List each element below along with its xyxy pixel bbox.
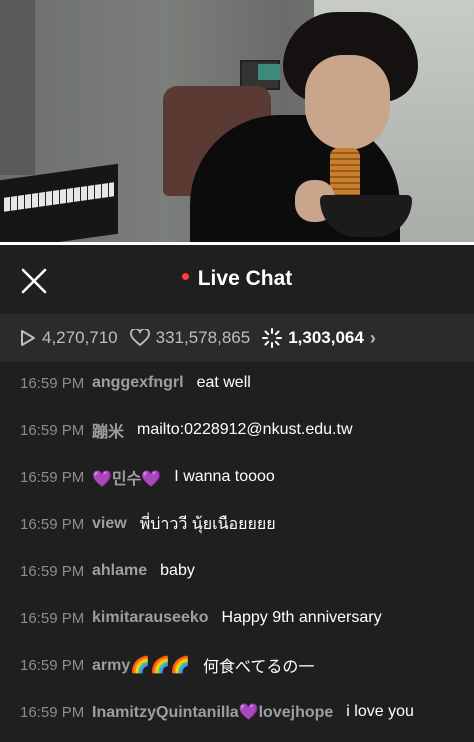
chat-message: 16:59 PM 💜민수💜 I wanna toooo (20, 457, 275, 497)
live-indicator-icon (181, 272, 189, 280)
play-icon (21, 330, 35, 346)
message-text: 何食べてるの一 (203, 659, 315, 676)
message-user[interactable]: 蹦米 (92, 418, 124, 442)
chat-message: 16:59 PM view พี่บ่าววี นุ้ยเนือยยยย (20, 504, 276, 544)
like-count: 331,578,865 (129, 328, 251, 348)
heart-outline-icon (129, 329, 150, 346)
message-time: 16:59 PM (20, 468, 85, 486)
message-text: i love you (346, 703, 414, 720)
message-text: พี่บ่าววี นุ้ยเนือยยยย (139, 515, 276, 533)
message-time: 16:59 PM (20, 562, 85, 580)
message-text: eat well (196, 374, 251, 391)
message-text: mailto:0228912@nkust.edu.tw (137, 421, 353, 438)
message-user[interactable]: army🌈🌈🌈 (92, 655, 190, 675)
chat-message: 16:59 PM kimitarauseeko Happy 9th annive… (20, 598, 382, 638)
message-text: I wanna toooo (174, 468, 275, 485)
message-user[interactable]: anggexfngrl (92, 374, 184, 392)
chat-message: 16:59 PM army🌈🌈🌈 何食べてるの一 (20, 645, 314, 685)
message-time: 16:59 PM (20, 656, 85, 674)
message-user[interactable]: kimitarauseeko (92, 609, 209, 627)
message-user[interactable]: view (92, 515, 127, 533)
video-background (0, 0, 35, 175)
chat-message: 16:59 PM ahlame baby (20, 551, 195, 591)
play-count-value: 4,270,710 (42, 328, 118, 347)
message-user[interactable]: 💜민수💜 (92, 465, 161, 489)
message-time: 16:59 PM (20, 374, 85, 392)
like-count-value: 331,578,865 (155, 328, 251, 347)
stats-bar: 4,270,710 331,578,865 1,303,064 › (0, 314, 474, 362)
page-title: Live Chat (0, 267, 474, 291)
message-time: 16:59 PM (20, 703, 85, 721)
message-text: Happy 9th anniversary (221, 609, 382, 626)
message-user[interactable]: ahlame (92, 562, 147, 580)
chat-list[interactable]: 16:59 PM anggexfngrl eat well 16:59 PM 蹦… (0, 362, 474, 742)
sparkle-icon (262, 328, 283, 348)
video-player[interactable] (0, 0, 474, 242)
heart-count-value: 1,303,064 (288, 328, 364, 347)
chat-message: 16:59 PM InamitzyQuintanilla💜lovejhope i… (20, 692, 414, 732)
video-subject (305, 55, 390, 150)
chat-message: 16:59 PM anggexfngrl eat well (20, 363, 251, 403)
message-time: 16:59 PM (20, 421, 85, 439)
chevron-right-icon[interactable]: › (370, 328, 376, 349)
title-text: Live Chat (197, 267, 293, 290)
heart-count[interactable]: 1,303,064 › (262, 328, 376, 349)
chat-message: 16:59 PM 蹦米 mailto:0228912@nkust.edu.tw (20, 410, 353, 450)
play-count: 4,270,710 (20, 328, 118, 348)
message-time: 16:59 PM (20, 515, 85, 533)
message-text: baby (160, 562, 195, 579)
message-time: 16:59 PM (20, 609, 85, 627)
message-user[interactable]: InamitzyQuintanilla💜lovejhope (92, 702, 333, 722)
chat-header: Live Chat (0, 245, 474, 313)
video-background (258, 64, 280, 80)
